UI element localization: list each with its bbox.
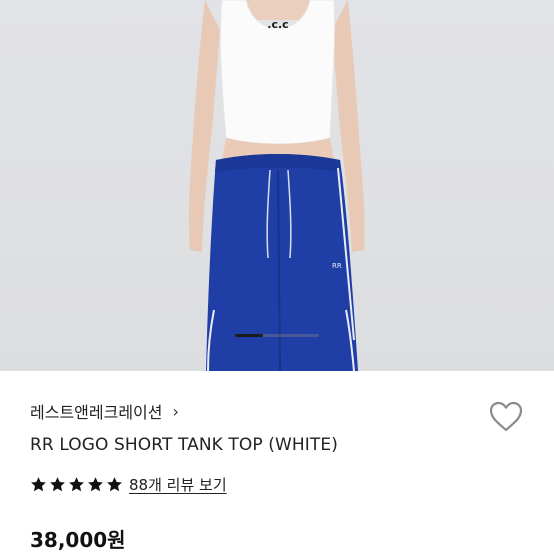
star-icon bbox=[88, 476, 103, 491]
gallery-page-indicator bbox=[235, 334, 319, 337]
star-icon bbox=[69, 476, 84, 491]
product-info: 레스트앤레크레이션 › RR LOGO SHORT TANK TOP (WHIT… bbox=[0, 371, 554, 554]
heart-outline-icon[interactable] bbox=[488, 399, 524, 435]
product-title: RR LOGO SHORT TANK TOP (WHITE) bbox=[30, 435, 338, 455]
star-rating bbox=[30, 476, 123, 493]
gallery-page-indicator-active bbox=[235, 334, 263, 337]
chevron-right-icon: › bbox=[172, 401, 179, 421]
brand-name[interactable]: 레스트앤레크레이션 bbox=[30, 399, 162, 423]
svg-text:.c.c: .c.c bbox=[267, 18, 288, 31]
star-icon bbox=[31, 476, 46, 491]
product-price: 38,000원 bbox=[30, 528, 126, 552]
model-photo: .c.c RR bbox=[188, 0, 365, 371]
review-link[interactable]: 88개 리뷰 보기 bbox=[129, 474, 227, 495]
rating-row: 88개 리뷰 보기 bbox=[30, 473, 227, 495]
brand-link[interactable]: 레스트앤레크레이션 › bbox=[30, 399, 179, 423]
star-icon bbox=[50, 476, 65, 491]
product-image[interactable]: .c.c RR bbox=[0, 0, 554, 371]
svg-text:RR: RR bbox=[332, 262, 342, 270]
star-icon bbox=[107, 476, 122, 491]
